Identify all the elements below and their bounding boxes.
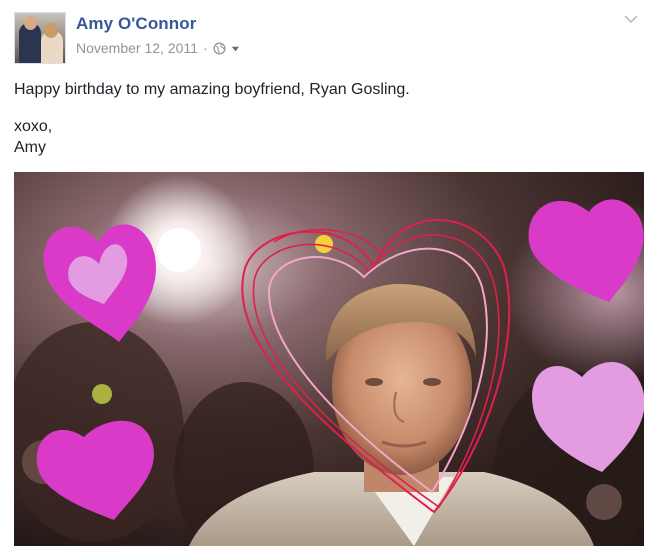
post-message-line-2: xoxo, (14, 118, 53, 135)
post-message-line-3: Amy (14, 139, 46, 156)
avatar-face-right (44, 23, 58, 38)
avatar[interactable] (14, 12, 66, 64)
meta-separator: · (202, 40, 208, 56)
photo-illustration (14, 172, 644, 546)
chevron-down-icon[interactable] (622, 12, 640, 26)
post-date-link[interactable]: November 12, 2011 (76, 40, 198, 56)
post-message-line-1: Happy birthday to my amazing boyfriend, … (14, 81, 410, 98)
author-name-link[interactable]: Amy O'Connor (76, 14, 196, 34)
globe-icon[interactable] (213, 41, 226, 55)
avatar-face-left (24, 16, 37, 30)
post-photo[interactable] (14, 172, 644, 546)
facebook-post: Amy O'Connor November 12, 2011 · Happy b… (0, 0, 650, 559)
caret-down-icon[interactable] (231, 44, 240, 53)
post-meta: November 12, 2011 · (76, 40, 240, 56)
